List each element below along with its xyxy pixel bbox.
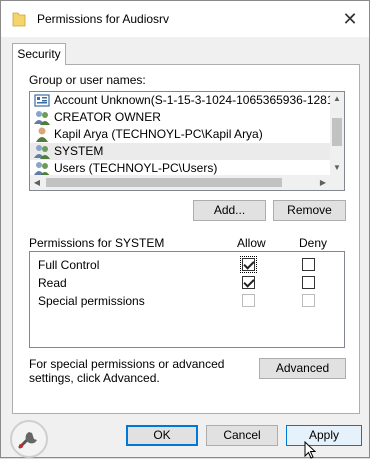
permissions-header: Permissions for SYSTEM	[29, 236, 165, 250]
group-users-icon	[34, 145, 50, 159]
special-deny-checkbox	[302, 294, 315, 307]
read-deny-checkbox[interactable]	[302, 276, 315, 289]
security-panel: Group or user names: Account Unknown(S-1…	[12, 64, 360, 414]
permission-name: Special permissions	[38, 294, 145, 308]
user-name: CREATOR OWNER	[54, 110, 161, 124]
group-users-icon	[34, 162, 50, 176]
unknown-account-icon	[34, 94, 50, 107]
list-item-selected[interactable]: SYSTEM	[30, 143, 330, 160]
apply-button[interactable]: Apply	[286, 425, 362, 446]
folder-icon	[12, 12, 26, 27]
scroll-right-icon[interactable]: ▶	[316, 175, 330, 190]
mouse-cursor-icon	[304, 441, 317, 459]
advanced-button[interactable]: Advanced	[259, 358, 346, 379]
add-button[interactable]: Add...	[193, 200, 266, 221]
full-control-deny-checkbox[interactable]	[302, 258, 315, 271]
tab-security[interactable]: Security	[12, 43, 66, 65]
group-users-icon	[34, 111, 50, 125]
permission-row: Read	[30, 274, 344, 292]
remove-button[interactable]: Remove	[273, 200, 346, 221]
list-item[interactable]: Account Unknown(S-1-15-3-1024-1065365936…	[30, 92, 330, 109]
close-icon: ✕	[342, 9, 358, 29]
logo-icon	[10, 420, 48, 458]
scroll-thumb[interactable]	[332, 118, 342, 146]
permission-name: Full Control	[38, 258, 100, 272]
permissions-dialog: Permissions for Audiosrv ✕ Security Grou…	[0, 0, 370, 459]
user-name: Account Unknown(S-1-15-3-1024-1065365936…	[54, 93, 330, 107]
scroll-left-icon[interactable]: ◀	[30, 175, 44, 190]
scroll-up-icon[interactable]: ▲	[330, 92, 344, 106]
scroll-thumb[interactable]	[46, 178, 282, 187]
list-item[interactable]: CREATOR OWNER	[30, 109, 330, 126]
permission-row: Special permissions	[30, 292, 344, 310]
list-item[interactable]: Kapil Arya (TECHNOYL-PC\Kapil Arya)	[30, 126, 330, 143]
full-control-allow-checkbox[interactable]	[240, 256, 257, 273]
special-allow-checkbox	[242, 294, 255, 307]
user-list[interactable]: Account Unknown(S-1-15-3-1024-1065365936…	[29, 91, 345, 191]
user-name: SYSTEM	[54, 144, 104, 158]
cancel-button[interactable]: Cancel	[206, 425, 278, 446]
advanced-note: For special permissions or advanced sett…	[29, 357, 225, 385]
allow-column-label: Allow	[237, 236, 266, 250]
vertical-scrollbar[interactable]: ▲ ▼	[330, 92, 344, 175]
deny-column-label: Deny	[299, 236, 328, 250]
permissions-list: Full Control Read Special permissions	[29, 251, 345, 348]
close-button[interactable]: ✕	[337, 7, 363, 31]
horizontal-scrollbar[interactable]: ◀ ▶	[30, 175, 344, 190]
ok-button[interactable]: OK	[126, 425, 198, 446]
scroll-down-icon[interactable]: ▼	[330, 161, 344, 175]
group-names-label: Group or user names:	[29, 73, 146, 87]
scrollbar-corner	[329, 175, 344, 190]
window-title: Permissions for Audiosrv	[37, 12, 170, 26]
permission-row: Full Control	[30, 256, 344, 274]
user-name: Kapil Arya (TECHNOYL-PC\Kapil Arya)	[54, 127, 263, 141]
permission-name: Read	[38, 276, 67, 290]
read-allow-checkbox[interactable]	[242, 276, 255, 289]
title-bar: Permissions for Audiosrv ✕	[1, 1, 369, 37]
user-icon	[36, 127, 48, 142]
